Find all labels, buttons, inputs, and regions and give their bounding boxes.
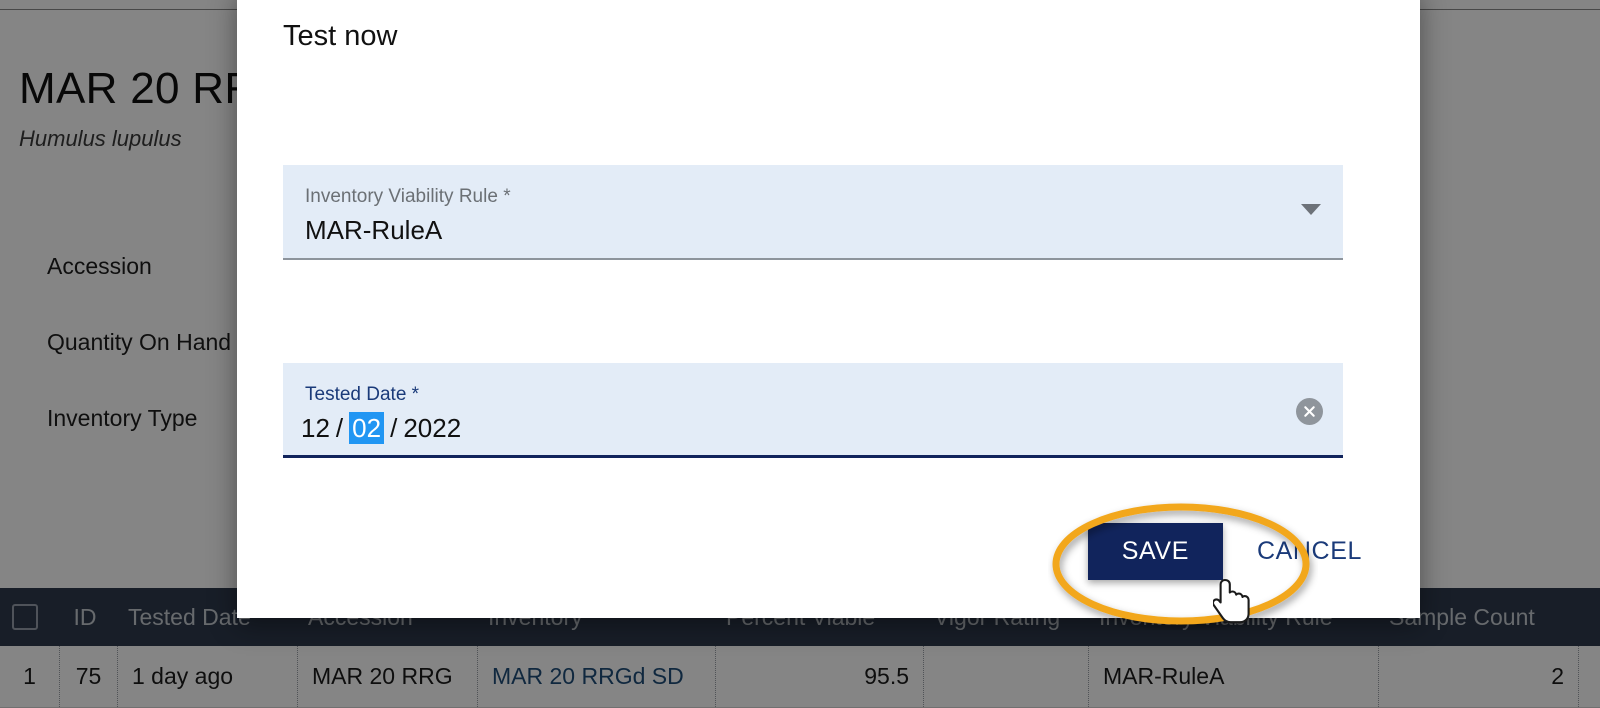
inventory-viability-rule-select[interactable]: Inventory Viability Rule * MAR-RuleA xyxy=(283,165,1343,260)
dialog-actions: SAVE CANCEL xyxy=(1087,523,1362,580)
clear-circle-icon[interactable] xyxy=(1296,398,1323,425)
save-button[interactable]: SAVE xyxy=(1087,523,1223,580)
chevron-down-icon[interactable] xyxy=(1301,204,1321,215)
dialog-title: Test now xyxy=(283,20,398,52)
inventory-viability-rule-label: Inventory Viability Rule * xyxy=(305,186,511,207)
date-month-segment[interactable]: 12 xyxy=(301,413,330,443)
test-now-dialog: Test now Inventory Viability Rule * MAR-… xyxy=(237,0,1420,618)
cancel-button[interactable]: CANCEL xyxy=(1257,537,1362,566)
date-year-segment[interactable]: 2022 xyxy=(403,413,461,443)
date-separator-2: / xyxy=(390,413,398,443)
tested-date-value[interactable]: 12/02/2022 xyxy=(301,412,461,444)
date-separator-1: / xyxy=(335,413,344,443)
tested-date-field[interactable]: Tested Date * 12/02/2022 xyxy=(283,363,1343,458)
tested-date-label: Tested Date * xyxy=(305,384,420,405)
date-day-segment[interactable]: 02 xyxy=(349,412,385,444)
screen-root: MAR 20 RRG Humulus lupulus Accession Qua… xyxy=(0,0,1600,708)
inventory-viability-rule-value: MAR-RuleA xyxy=(305,215,443,245)
